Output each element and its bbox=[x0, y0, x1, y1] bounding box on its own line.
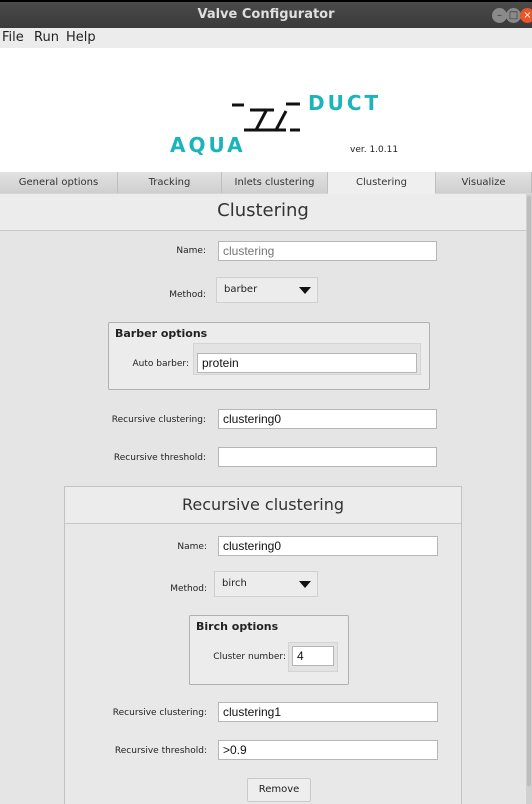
method-select[interactable]: barber bbox=[216, 277, 318, 303]
recursive-threshold-input[interactable] bbox=[218, 447, 437, 467]
recursive-method-label: Method: bbox=[170, 584, 207, 594]
clustering-panel: Clustering Name: Method: barber Barber o… bbox=[0, 194, 526, 804]
menu-run[interactable]: Run bbox=[34, 30, 59, 45]
name-label: Name: bbox=[176, 246, 206, 256]
barber-options-title: Barber options bbox=[115, 327, 208, 340]
method-value: barber bbox=[224, 284, 258, 295]
window-controls: – □ × bbox=[492, 8, 532, 24]
method-label: Method: bbox=[169, 290, 206, 300]
scrollbar-thumb[interactable] bbox=[527, 196, 531, 786]
birch-options-group: Birch options Cluster number: bbox=[189, 615, 349, 685]
recursive-threshold-label: Recursive threshold: bbox=[113, 453, 206, 463]
birch-options-title: Birch options bbox=[196, 620, 279, 633]
recursive-name-input[interactable] bbox=[218, 536, 438, 556]
logo-left-text: AQUA bbox=[170, 133, 246, 157]
auto-barber-input[interactable] bbox=[197, 353, 417, 373]
recursive-recursive-threshold-input[interactable] bbox=[218, 740, 438, 760]
recursive-method-select[interactable]: birch bbox=[214, 571, 318, 597]
auto-barber-label: Auto barber: bbox=[132, 359, 189, 369]
tab-general-options[interactable]: General options bbox=[0, 172, 118, 193]
menu-help[interactable]: Help bbox=[66, 30, 96, 45]
recursive-method-value: birch bbox=[222, 578, 247, 589]
remove-button[interactable]: Remove bbox=[247, 778, 311, 802]
tab-inlets-clustering[interactable]: Inlets clustering bbox=[222, 172, 328, 193]
version-label: ver. 1.0.11 bbox=[350, 145, 398, 155]
recursive-clustering-label: Recursive clustering: bbox=[111, 415, 206, 425]
dropdown-arrow-icon bbox=[299, 287, 311, 294]
clustering-header: Clustering bbox=[0, 194, 526, 231]
logo-right-text: DUCT bbox=[308, 91, 381, 115]
menu-file[interactable]: File bbox=[2, 30, 24, 45]
recursive-recursive-clustering-input[interactable] bbox=[218, 702, 438, 722]
title-bar[interactable]: Valve Configurator – □ × bbox=[0, 0, 532, 28]
menu-bar: File Run Help bbox=[0, 28, 532, 48]
tab-clustering[interactable]: Clustering bbox=[328, 172, 436, 194]
barber-options-group: Barber options Auto barber: bbox=[108, 322, 430, 390]
minimize-icon[interactable]: – bbox=[492, 8, 507, 23]
recursive-clustering-header: Recursive clustering bbox=[65, 487, 461, 524]
scrollbar[interactable] bbox=[526, 194, 532, 804]
close-icon[interactable]: × bbox=[520, 8, 532, 23]
recursive-name-label: Name: bbox=[177, 542, 207, 552]
recursive-recursive-threshold-label: Recursive threshold: bbox=[114, 746, 207, 756]
window-title: Valve Configurator bbox=[197, 7, 335, 22]
app-window: Valve Configurator – □ × File Run Help A… bbox=[0, 0, 532, 804]
name-input[interactable] bbox=[218, 241, 437, 261]
cluster-number-label: Cluster number: bbox=[213, 652, 286, 662]
recursive-clustering-panel: Recursive clustering Name: Method: birch… bbox=[64, 486, 462, 804]
recursive-clustering-title: Recursive clustering bbox=[181, 495, 345, 514]
tab-bar: General options Tracking Inlets clusteri… bbox=[0, 172, 532, 195]
dropdown-arrow-icon bbox=[299, 581, 311, 588]
tab-visualize[interactable]: Visualize bbox=[436, 172, 532, 193]
logo-banner: AQUA DUCT ver. 1.0.11 bbox=[0, 48, 532, 172]
section-title: Clustering bbox=[217, 200, 309, 221]
recursive-recursive-clustering-label: Recursive clustering: bbox=[112, 708, 207, 718]
cluster-number-input[interactable] bbox=[292, 646, 334, 666]
tab-tracking[interactable]: Tracking bbox=[118, 172, 222, 193]
recursive-clustering-input[interactable] bbox=[218, 409, 437, 429]
aquaduct-logo: AQUA DUCT ver. 1.0.11 bbox=[170, 91, 398, 157]
maximize-icon[interactable]: □ bbox=[506, 8, 521, 23]
